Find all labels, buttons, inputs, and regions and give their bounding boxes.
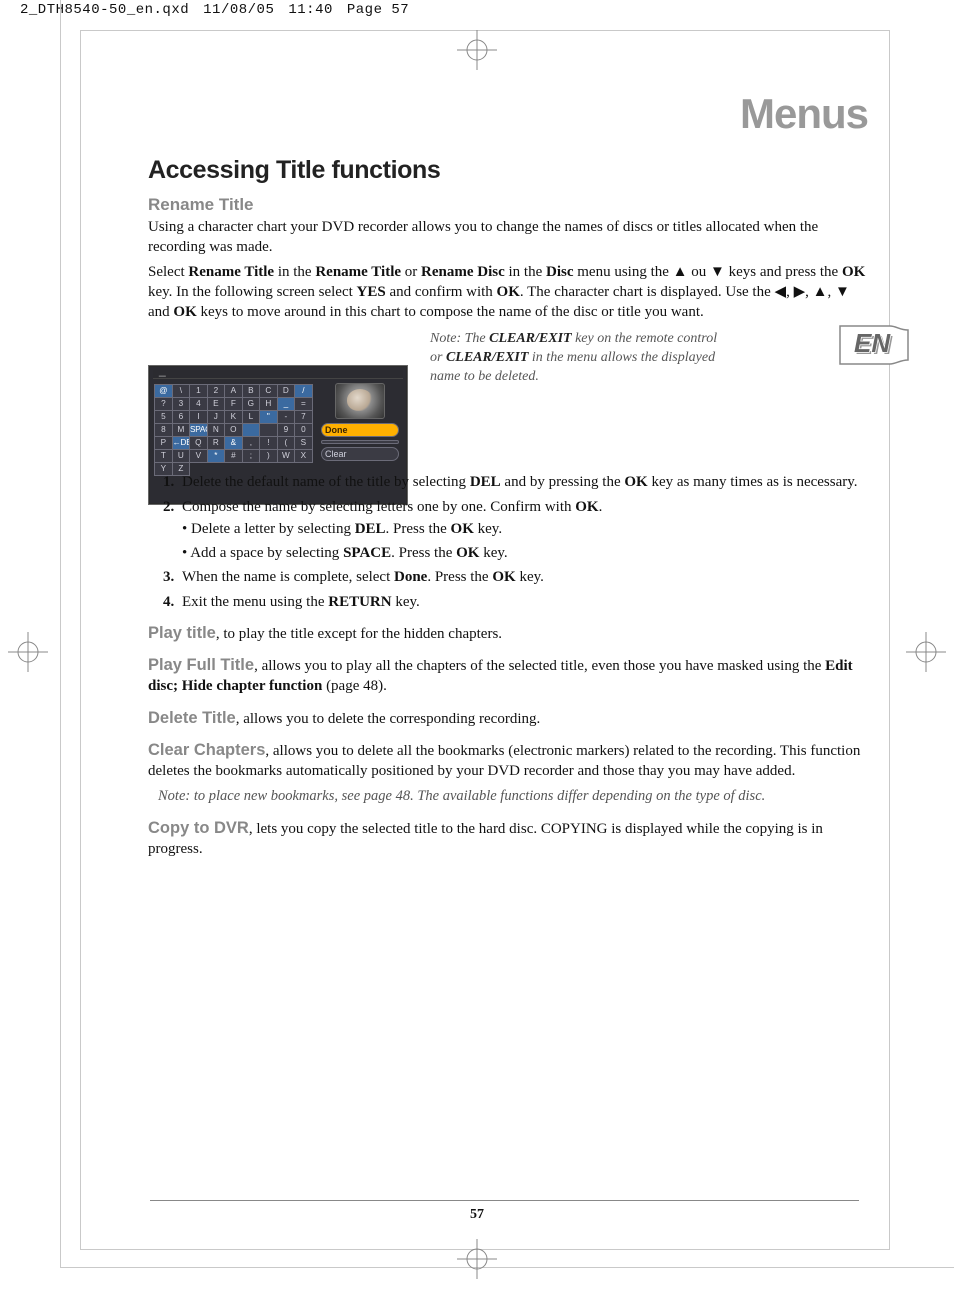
step-4: Exit the menu using the RETURN key. bbox=[178, 592, 868, 612]
step-2-bullet-1: Delete a letter by selecting DEL. Press … bbox=[182, 519, 868, 539]
intro-p2: Select Rename Title in the Rename Title … bbox=[148, 262, 868, 323]
page: 2_DTH8540-50_en.qxd 11/08/05 11:40 Page … bbox=[0, 0, 954, 1291]
intro-p1: Using a character chart your DVD recorde… bbox=[148, 217, 868, 258]
register-mark-bottom bbox=[457, 1239, 497, 1279]
step-3: When the name is complete, select Done. … bbox=[178, 567, 868, 587]
steps-list: Delete the default name of the title by … bbox=[148, 472, 868, 612]
section-title: Accessing Title functions bbox=[148, 156, 868, 185]
clear-chapters-paragraph: Clear Chapters, allows you to delete all… bbox=[148, 739, 868, 782]
content-column: Menus Accessing Title functions Rename T… bbox=[148, 90, 868, 865]
register-mark-right bbox=[906, 632, 946, 672]
delete-title-paragraph: Delete Title, allows you to delete the c… bbox=[148, 707, 868, 729]
copy-to-dvr-paragraph: Copy to DVR, lets you copy the selected … bbox=[148, 817, 868, 860]
register-mark-left bbox=[8, 632, 48, 672]
footer-rule bbox=[150, 1200, 859, 1201]
bookmarks-note: Note: to place new bookmarks, see page 4… bbox=[158, 787, 868, 807]
play-title-paragraph: Play title, to play the title except for… bbox=[148, 622, 868, 644]
page-number: 57 bbox=[470, 1207, 484, 1223]
play-full-title-paragraph: Play Full Title, allows you to play all … bbox=[148, 654, 868, 697]
chapter-title: Menus bbox=[148, 90, 868, 138]
rename-title-heading: Rename Title bbox=[148, 195, 868, 215]
step-2: Compose the name by selecting letters on… bbox=[178, 497, 868, 564]
register-mark-top bbox=[457, 30, 497, 70]
step-1: Delete the default name of the title by … bbox=[178, 472, 868, 492]
step-2-bullet-2: Add a space by selecting SPACE. Press th… bbox=[182, 543, 868, 563]
